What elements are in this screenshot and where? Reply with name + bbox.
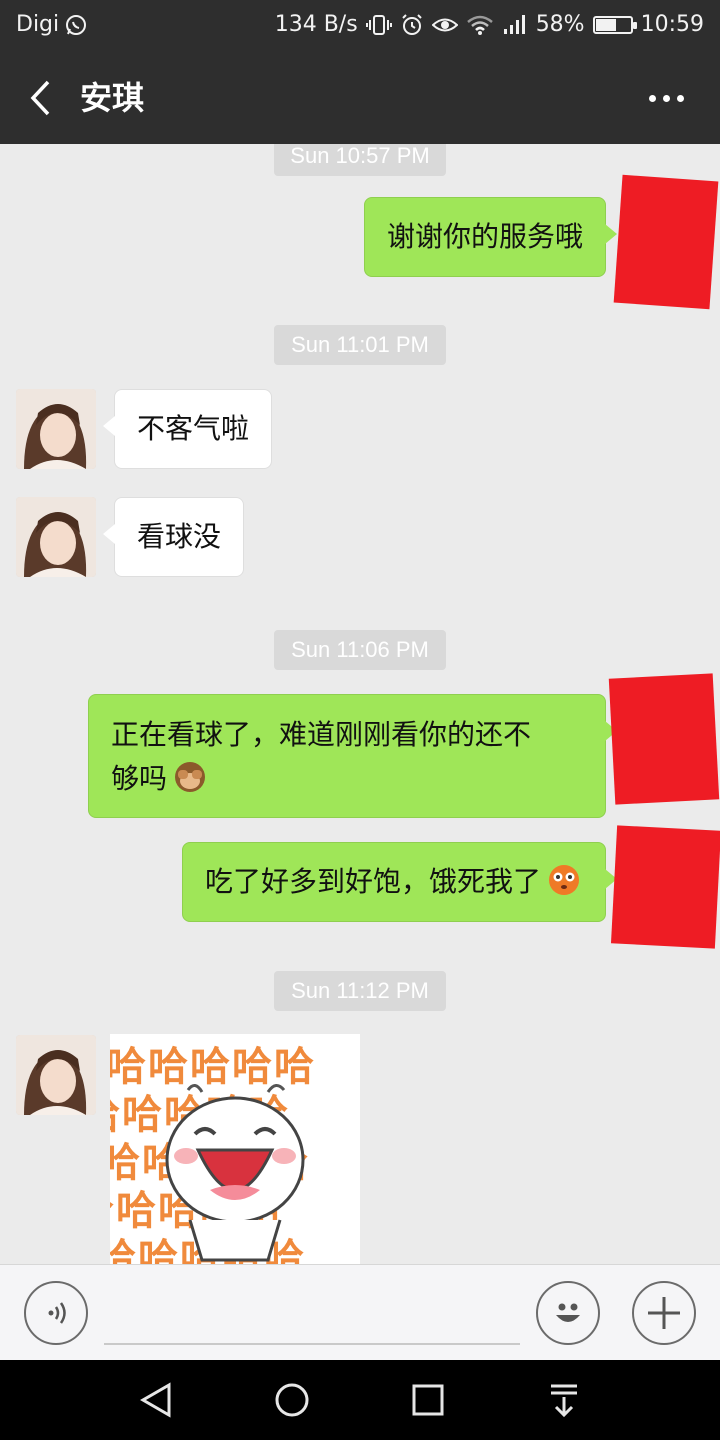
- vibrate-icon: [365, 14, 392, 36]
- chat-title: 安琪: [80, 79, 145, 117]
- avatar[interactable]: [16, 497, 96, 577]
- signal-icon: [502, 14, 528, 36]
- plus-icon: [648, 1297, 680, 1329]
- nav-back-button[interactable]: [134, 1378, 178, 1422]
- timestamp: Sun 11:01 PM: [274, 325, 446, 365]
- message-input[interactable]: [104, 1285, 520, 1345]
- message-line: 正在看球了，难道刚刚看你的还不: [111, 718, 532, 751]
- more-functions-button[interactable]: [632, 1281, 696, 1345]
- chat-header: 安琪: [0, 52, 720, 144]
- status-bar: Digi 134 B/s 58% 10:59: [0, 0, 720, 52]
- sticker-image[interactable]: 哈哈哈哈哈 哈哈哈哈哈 哈哈哈哈哈 哈哈哈哈哈 哈哈哈哈哈: [110, 1034, 360, 1264]
- message-incoming[interactable]: 看球没: [102, 497, 245, 577]
- home-circle-icon: [275, 1383, 309, 1417]
- net-speed-label: 134 B/s: [274, 12, 358, 37]
- clock: 10:59: [640, 12, 704, 37]
- timestamp: Sun 11:12 PM: [274, 971, 446, 1011]
- emoji-button[interactable]: [536, 1281, 600, 1345]
- message-incoming[interactable]: 不客气啦: [102, 389, 273, 469]
- recents-square-icon: [412, 1384, 444, 1416]
- more-options-button[interactable]: [642, 82, 690, 114]
- nav-notifications-button[interactable]: [542, 1378, 586, 1422]
- redacted-avatar: [613, 174, 719, 310]
- notification-pull-icon: [551, 1384, 577, 1418]
- avatar[interactable]: [16, 389, 96, 469]
- smiley-icon: [556, 1303, 580, 1322]
- voice-button[interactable]: [24, 1281, 88, 1345]
- avatar[interactable]: [16, 1035, 96, 1115]
- timestamp: Sun 10:57 PM: [274, 144, 446, 176]
- redacted-avatar: [610, 825, 720, 949]
- battery-icon: [592, 15, 637, 34]
- nav-home-button[interactable]: [270, 1378, 314, 1422]
- eye-icon: [431, 14, 458, 36]
- system-nav-bar: [0, 1360, 720, 1440]
- message-line: 够吗: [111, 762, 168, 795]
- back-triangle-icon: [139, 1382, 171, 1418]
- laughing-character-icon: [165, 1084, 305, 1262]
- nav-recents-button[interactable]: [406, 1378, 450, 1422]
- see-no-evil-monkey-icon: [175, 762, 206, 792]
- back-button[interactable]: [20, 76, 60, 120]
- chat-area[interactable]: Sun 10:57 PM 谢谢你的服务哦 Sun 11:01 PM 不客气啦 看…: [0, 144, 720, 1264]
- redacted-avatar: [608, 673, 720, 805]
- carrier-label: Digi: [16, 12, 60, 37]
- more-dots-icon: [648, 94, 656, 102]
- message-outgoing[interactable]: 吃了好多到好饱，饿死我了: [181, 842, 618, 922]
- whatsapp-icon: [65, 14, 87, 36]
- chevron-left-icon: [30, 80, 50, 116]
- message-outgoing[interactable]: 正在看球了，难道刚刚看你的还不 够吗: [88, 694, 617, 818]
- voice-icon: [48, 1302, 66, 1324]
- message-text: 吃了好多到好饱，饿死我了: [204, 865, 541, 898]
- wifi-icon: [466, 14, 494, 36]
- message-outgoing[interactable]: 谢谢你的服务哦: [363, 197, 618, 277]
- timestamp: Sun 11:06 PM: [274, 630, 446, 670]
- battery-percent: 58%: [535, 12, 585, 37]
- flushed-face-icon: [549, 865, 579, 895]
- input-bar: [0, 1264, 720, 1360]
- alarm-icon: [400, 13, 424, 37]
